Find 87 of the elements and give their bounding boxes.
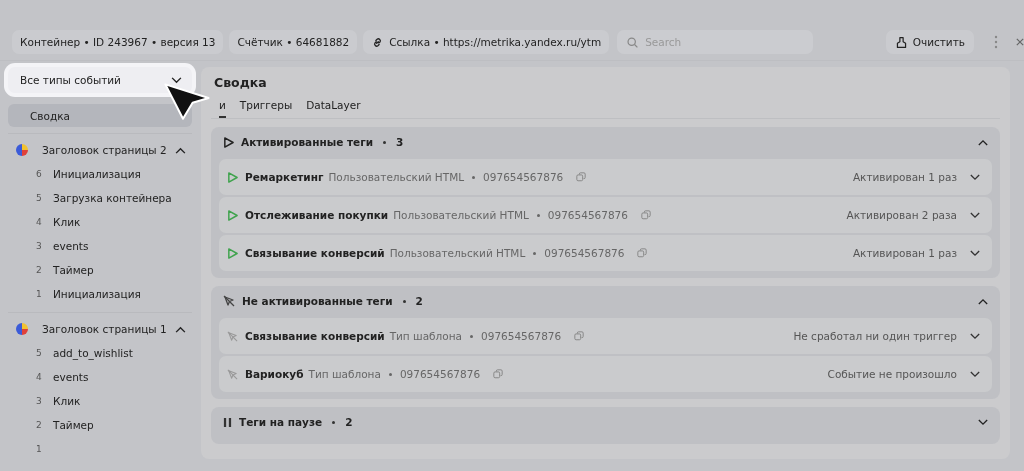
chevron-icon[interactable] (970, 211, 980, 219)
event-item[interactable]: Таймер (53, 419, 94, 431)
event-item[interactable]: events (53, 371, 89, 383)
tag-status: Активирован 1 раз (852, 171, 957, 183)
event-item[interactable]: events (53, 240, 89, 252)
tag-name: Отслеживание покупки (245, 209, 389, 221)
play-icon (223, 136, 234, 148)
summary-title: Сводка (213, 75, 268, 90)
tag-status: Событие не произошло (827, 368, 957, 380)
chevron-icon (171, 76, 182, 84)
event-item[interactable]: add_to_wishlist (53, 347, 133, 359)
cursor-icon (163, 82, 211, 122)
tag-status: Не сработал ни один триггер (793, 330, 957, 342)
page-icon (16, 144, 28, 156)
tag-row[interactable]: Отслеживание покупки Пользовательский HTML 097654567876 Активирован 2 раза (219, 197, 992, 233)
chevron-icon[interactable] (978, 418, 988, 426)
event-number: 4 (36, 217, 43, 227)
section-title: Теги на паузе (239, 416, 323, 428)
tag-type: Тип шаблона (389, 330, 463, 342)
sidebar-item[interactable]: Сводка (8, 104, 192, 127)
crossed-pointer-icon (227, 368, 238, 380)
chevron-icon[interactable] (970, 332, 980, 340)
section-count: 3 (396, 136, 404, 148)
tag-type: Пользовательский HTML (393, 209, 529, 221)
tag-id: 097654567876 (547, 209, 628, 221)
tag-name: Ремаркетинг (245, 171, 324, 183)
tag-type: Пользовательский HTML (389, 247, 526, 259)
chip-text: Счётчик • 64681882 (237, 36, 350, 48)
chevron-icon[interactable] (970, 370, 980, 378)
page-icon (16, 323, 28, 335)
event-item[interactable]: Клик (53, 395, 81, 407)
section-title: Активированные теги (241, 136, 373, 148)
tag-status: Активирован 2 раза (846, 209, 957, 221)
tag-name: Связывание конверсий (245, 247, 385, 259)
section-count: 2 (345, 416, 353, 428)
event-item[interactable]: Загрузка контейнера (53, 192, 172, 204)
event-number: 5 (36, 193, 43, 203)
tag-name: Связывание конверсий (245, 330, 385, 342)
page-group-title[interactable]: Заголовок страницы 1 (28, 323, 175, 335)
clear-button[interactable]: Очистить (885, 30, 974, 54)
event-number: 6 (36, 169, 43, 179)
tab[interactable]: Триггеры (239, 99, 293, 118)
tag-row[interactable]: Связывание конверсий Пользовательский HTML 097654567876 Активирован 1 раз (219, 235, 992, 271)
chip-text: Ссылка • https://metrika.yandex.ru/ytm (389, 36, 602, 48)
tag-row[interactable]: Вариокуб Тип шаблона 097654567876 Событие не произошло (219, 356, 992, 392)
chevron-icon[interactable] (175, 325, 186, 333)
event-item[interactable]: Инициализация (53, 168, 141, 180)
tag-row[interactable]: Ремаркетинг Пользовательский HTML 097654567876 Активирован 1 раз (219, 159, 992, 195)
play-icon (227, 209, 238, 221)
search-icon (626, 36, 640, 49)
event-number: 1 (36, 289, 43, 299)
close-icon[interactable] (1016, 37, 1024, 47)
tab[interactable]: DataLayer (306, 99, 361, 118)
event-number: 5 (36, 348, 43, 358)
event-number: 3 (36, 396, 43, 406)
chevron-icon[interactable] (970, 173, 980, 181)
play-icon (227, 171, 238, 183)
event-number: 4 (36, 372, 43, 382)
event-item[interactable]: Клик (53, 216, 81, 228)
section-title: Не активированные теги (242, 295, 393, 307)
chip-text: Контейнер • ID 243967 • версия 13 (20, 36, 216, 48)
tag-status: Активирован 1 раз (852, 247, 957, 259)
chevron-icon[interactable] (970, 249, 980, 257)
event-number: 1 (36, 444, 43, 454)
chevron-icon[interactable] (175, 146, 186, 154)
tag-type: Тип шаблона (308, 368, 381, 380)
pause-icon (223, 416, 232, 428)
event-item[interactable]: Инициализация (53, 288, 141, 300)
event-number: 2 (36, 420, 43, 430)
event-number: 3 (36, 241, 43, 251)
tag-id: 097654567876 (483, 171, 564, 183)
event-item[interactable]: Таймер (53, 264, 94, 276)
chevron-icon[interactable] (978, 297, 988, 305)
section-count: 2 (415, 295, 423, 307)
tag-name: Вариокуб (245, 368, 304, 380)
tag-id: 097654567876 (481, 330, 562, 342)
tag-id: 097654567876 (399, 368, 481, 380)
page-group-title[interactable]: Заголовок страницы 2 (28, 144, 175, 156)
crossed-pointer-icon (227, 330, 238, 342)
tag-id: 097654567876 (544, 247, 625, 259)
crossed-pointer-icon (223, 295, 235, 307)
chevron-icon[interactable] (978, 138, 988, 146)
play-icon (227, 247, 238, 259)
tag-row[interactable]: Связывание конверсий Тип шаблона 097654567876 Не сработал ни один триггер (219, 318, 992, 354)
tab[interactable]: и (219, 99, 226, 118)
tag-type: Пользовательский HTML (328, 171, 465, 183)
event-number: 2 (36, 265, 43, 275)
